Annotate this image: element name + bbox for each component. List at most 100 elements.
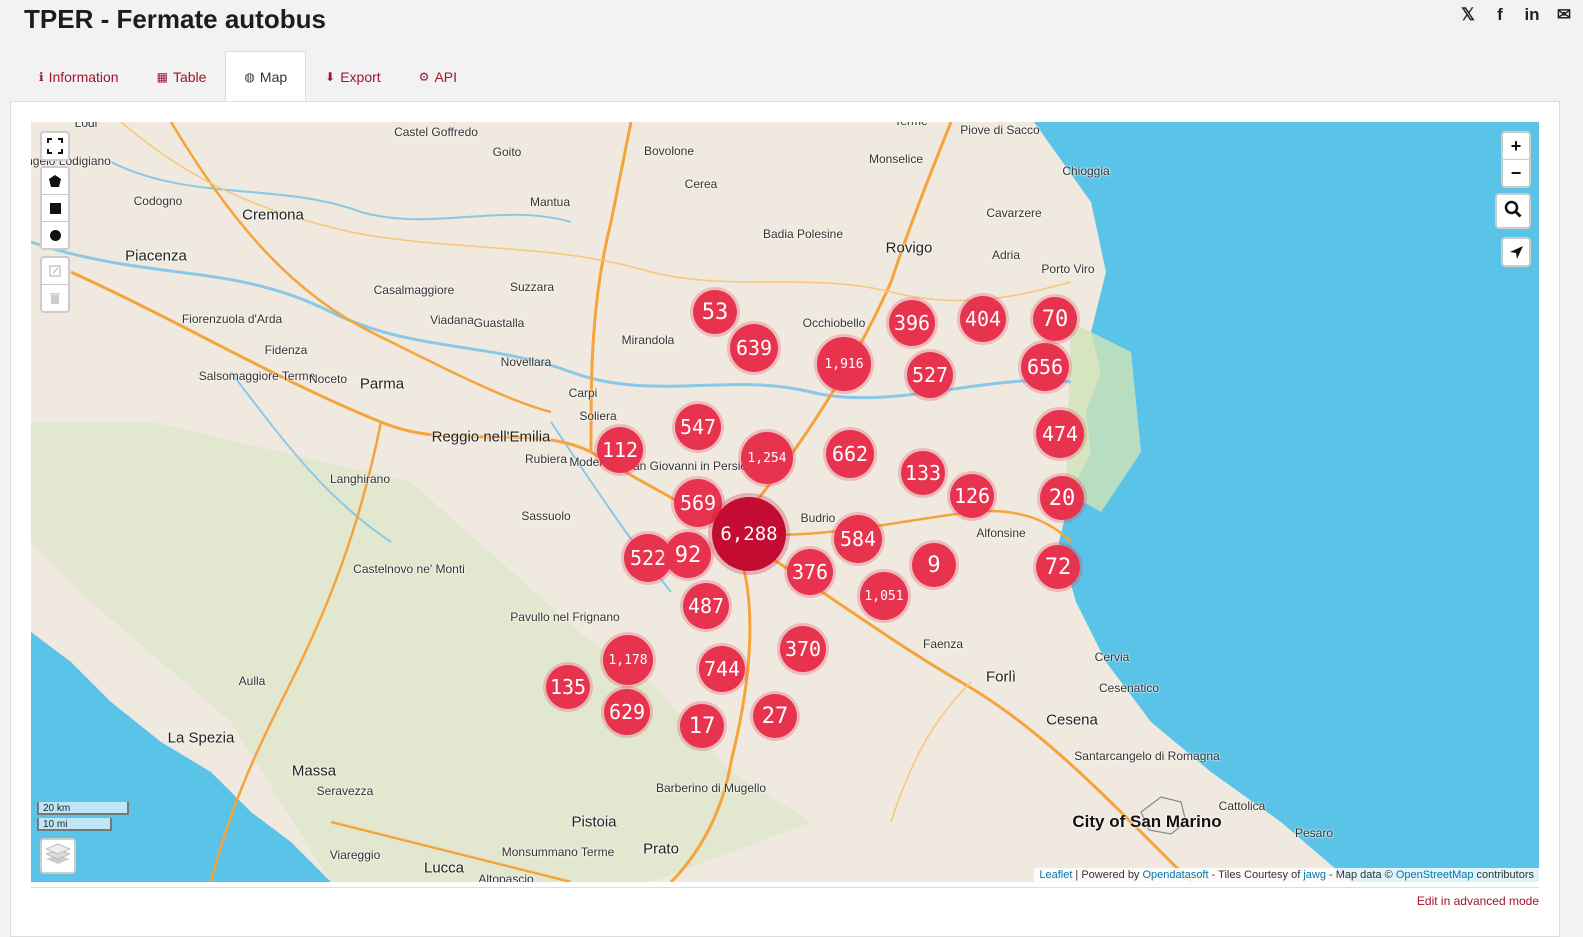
place-label: Barberino di Mugello bbox=[655, 781, 767, 796]
cluster-marker[interactable]: 17 bbox=[680, 704, 724, 748]
cluster-marker[interactable]: 376 bbox=[787, 549, 833, 595]
info-circle-icon: ℹ bbox=[39, 69, 44, 84]
leaflet-link[interactable]: Leaflet bbox=[1039, 869, 1072, 881]
place-label: Langhirano bbox=[329, 472, 391, 487]
draw-rectangle-icon[interactable] bbox=[42, 195, 68, 222]
osm-link[interactable]: OpenStreetMap bbox=[1396, 869, 1474, 881]
tab-export[interactable]: ⬇ Export bbox=[306, 51, 400, 101]
place-label: Carpi bbox=[568, 386, 598, 401]
scale-km: 20 km bbox=[37, 802, 129, 815]
place-label: Viadana bbox=[430, 313, 474, 328]
place-label: Salsomaggiore Terme bbox=[198, 369, 316, 384]
cluster-marker[interactable]: 70 bbox=[1033, 297, 1077, 341]
place-label: Lucca bbox=[423, 859, 465, 877]
place-label: Terme bbox=[894, 122, 927, 129]
cluster-marker[interactable]: 53 bbox=[693, 290, 737, 334]
cluster-marker[interactable]: 112 bbox=[597, 427, 643, 473]
place-label: Guastalla bbox=[473, 316, 525, 331]
zoom-out-button[interactable]: − bbox=[1503, 160, 1529, 186]
cluster-marker[interactable]: 487 bbox=[683, 583, 729, 629]
cluster-marker[interactable]: 27 bbox=[753, 694, 797, 738]
tab-table[interactable]: ▦ Table bbox=[138, 51, 226, 101]
cluster-marker[interactable]: 396 bbox=[889, 300, 935, 346]
cluster-marker[interactable]: 744 bbox=[699, 646, 745, 692]
road bbox=[890, 681, 972, 823]
place-label: Cesena bbox=[1046, 711, 1098, 729]
cluster-marker[interactable]: 404 bbox=[960, 296, 1006, 342]
attribution-text: - Tiles Courtesy of bbox=[1208, 869, 1304, 881]
cluster-marker[interactable]: 639 bbox=[730, 324, 778, 372]
x-twitter-icon[interactable]: 𝕏 bbox=[1459, 5, 1477, 24]
cluster-marker[interactable]: 133 bbox=[901, 451, 945, 495]
cluster-marker[interactable]: 527 bbox=[907, 352, 953, 398]
cluster-marker[interactable]: 656 bbox=[1021, 343, 1069, 391]
adriatic-sea bbox=[1034, 122, 1539, 882]
place-label: Viareggio bbox=[329, 848, 381, 863]
linkedin-icon[interactable]: in bbox=[1523, 5, 1541, 24]
place-label: Cerea bbox=[684, 177, 718, 192]
fullscreen-control[interactable] bbox=[40, 131, 70, 161]
cluster-marker[interactable]: 1,254 bbox=[741, 432, 793, 484]
email-icon[interactable]: ✉ bbox=[1555, 5, 1573, 24]
cluster-marker[interactable]: 20 bbox=[1040, 476, 1084, 520]
motorway-a22 bbox=[589, 122, 633, 453]
table-icon: ▦ bbox=[156, 69, 168, 84]
page-title: TPER - Fermate autobus bbox=[24, 4, 326, 34]
place-label: Porto Viro bbox=[1041, 262, 1095, 277]
place-label: Chioggia bbox=[1062, 164, 1110, 179]
locate-icon[interactable] bbox=[1503, 239, 1529, 265]
edit-advanced-link[interactable]: Edit in advanced mode bbox=[1417, 894, 1539, 908]
zoom-in-button[interactable]: + bbox=[1503, 133, 1529, 160]
place-label: Aulla bbox=[238, 674, 266, 689]
fullscreen-icon[interactable] bbox=[42, 133, 68, 159]
place-label: Forlì bbox=[986, 668, 1016, 686]
tab-information[interactable]: ℹ Information bbox=[20, 51, 138, 101]
cluster-marker[interactable]: 126 bbox=[950, 474, 994, 518]
cluster-marker[interactable]: 9 bbox=[912, 543, 956, 587]
trash-icon[interactable] bbox=[42, 285, 68, 311]
place-label: Fidenza bbox=[264, 343, 308, 358]
facebook-icon[interactable]: f bbox=[1491, 5, 1509, 24]
tab-label: Map bbox=[259, 69, 288, 85]
tab-api[interactable]: ⚙ API bbox=[400, 51, 476, 101]
layers-icon bbox=[44, 842, 72, 870]
search-icon bbox=[1504, 200, 1522, 223]
place-label: Codogno bbox=[133, 194, 183, 209]
cluster-marker[interactable]: 1,178 bbox=[603, 635, 653, 685]
place-label: Castelnovo ne' Monti bbox=[353, 562, 465, 577]
place-label: Monselice bbox=[868, 152, 924, 167]
place-label: La Spezia bbox=[167, 729, 235, 747]
place-label: Sassuolo bbox=[521, 509, 571, 524]
cluster-marker[interactable]: 547 bbox=[675, 404, 721, 450]
place-label: Monsummano Terme bbox=[501, 845, 615, 860]
search-button[interactable] bbox=[1495, 193, 1531, 229]
draw-circle-icon[interactable] bbox=[42, 222, 68, 248]
cluster-marker[interactable]: 92 bbox=[665, 532, 711, 578]
place-label: Mirandola bbox=[621, 333, 675, 348]
cluster-marker[interactable]: 6,288 bbox=[712, 497, 786, 571]
download-icon: ⬇ bbox=[325, 69, 336, 84]
place-label: Parma bbox=[359, 375, 405, 393]
cluster-marker[interactable]: 629 bbox=[604, 689, 650, 735]
draw-polygon-icon[interactable] bbox=[42, 168, 68, 195]
cluster-marker[interactable]: 474 bbox=[1036, 410, 1084, 458]
tab-map[interactable]: ◍ Map bbox=[225, 51, 307, 102]
tab-label: Table bbox=[172, 68, 207, 85]
jawg-link[interactable]: jawg bbox=[1303, 869, 1326, 881]
cluster-marker[interactable]: 72 bbox=[1036, 545, 1080, 589]
cluster-marker[interactable]: 662 bbox=[826, 430, 874, 478]
cluster-marker[interactable]: 135 bbox=[546, 665, 590, 709]
place-label: Pesaro bbox=[1294, 826, 1334, 841]
edit-icon[interactable] bbox=[42, 258, 68, 285]
opendatasoft-link[interactable]: Opendatasoft bbox=[1143, 869, 1209, 881]
cluster-marker[interactable]: 584 bbox=[834, 515, 882, 563]
cluster-marker[interactable]: 370 bbox=[780, 626, 826, 672]
map-attribution: Leaflet | Powered by Opendatasoft - Tile… bbox=[1034, 868, 1539, 882]
place-label: Novellara bbox=[500, 355, 552, 370]
place-label: Noceto bbox=[308, 372, 348, 387]
cluster-marker[interactable]: 1,916 bbox=[817, 337, 871, 391]
cluster-marker[interactable]: 1,051 bbox=[860, 572, 908, 620]
map-view[interactable]: Lodi Castel Goffredo Goito Bovolone Terme Pio… bbox=[31, 122, 1539, 882]
layers-button[interactable] bbox=[40, 838, 76, 874]
place-label: Faenza bbox=[922, 637, 964, 652]
